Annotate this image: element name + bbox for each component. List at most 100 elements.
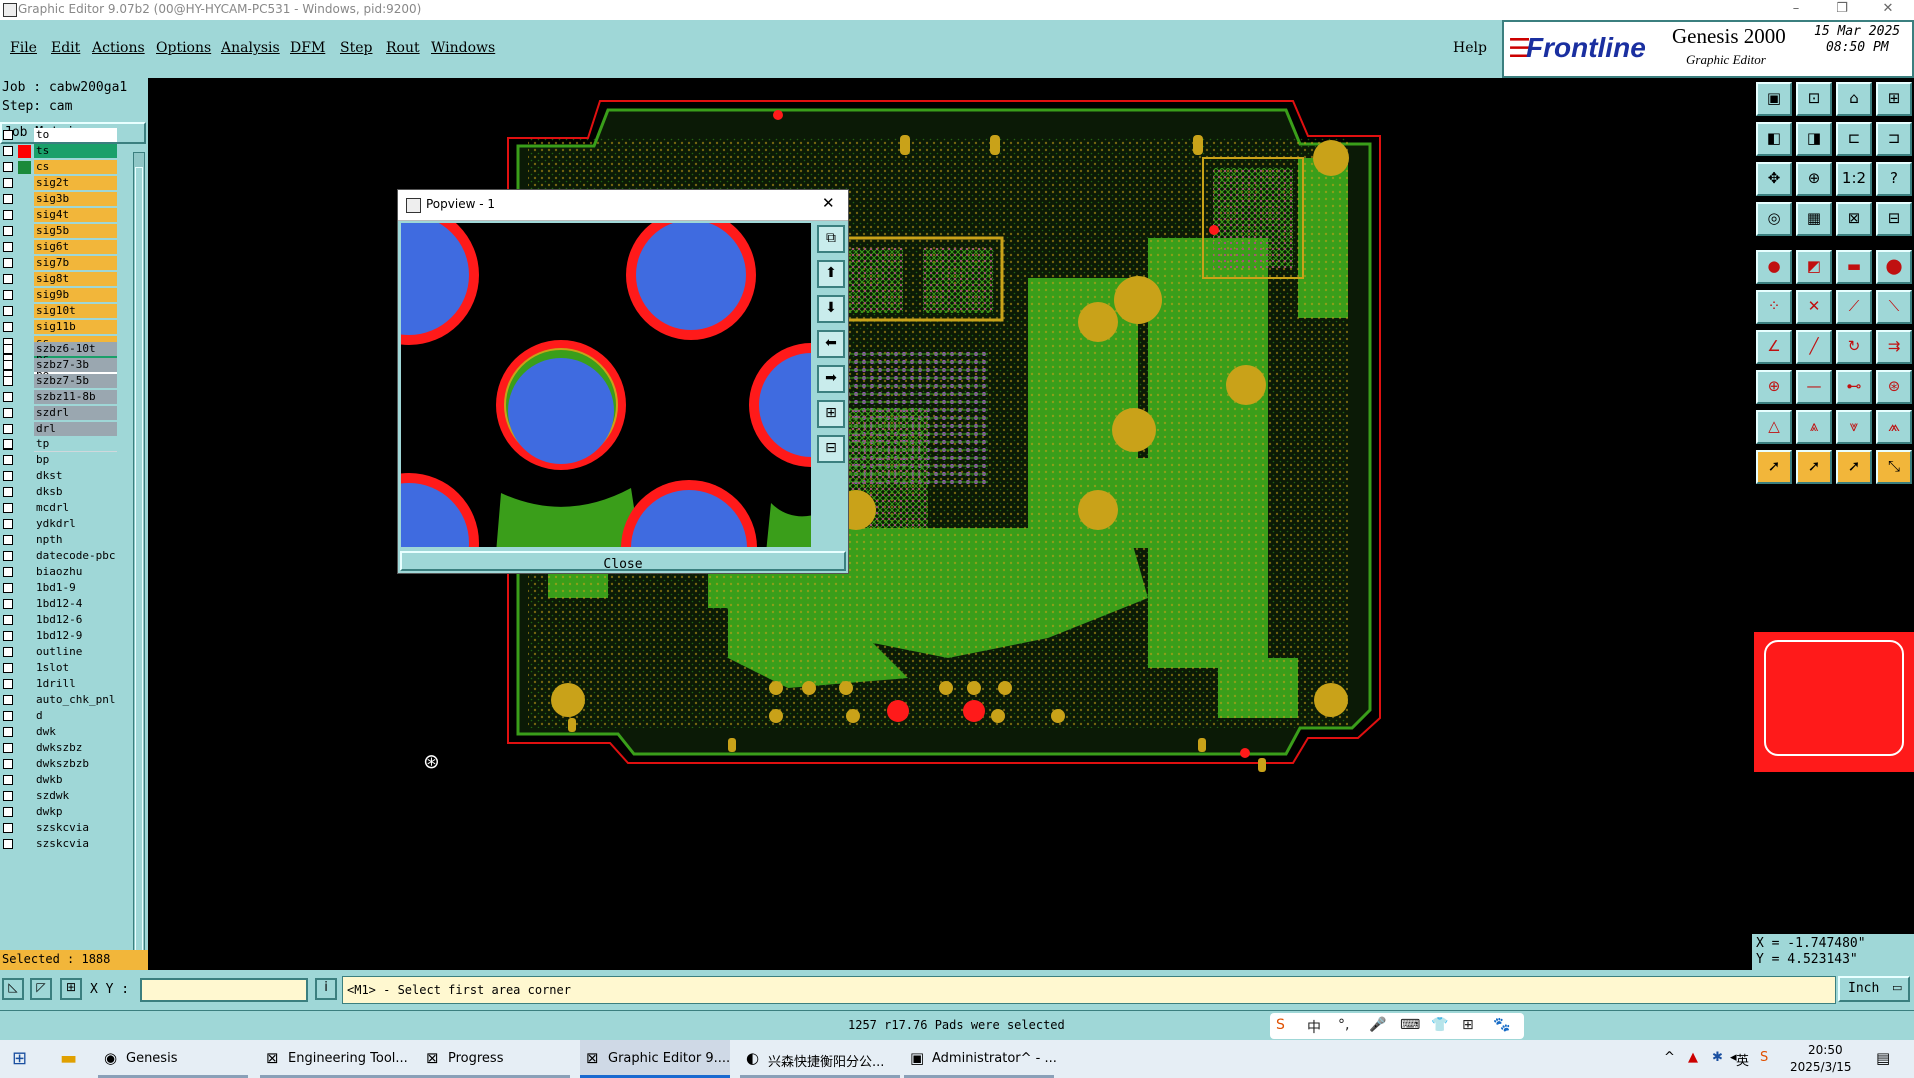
notification-icon[interactable]: ▤	[1876, 1049, 1890, 1067]
layer-name[interactable]: dwkb	[34, 773, 117, 787]
taskbar-app-button[interactable]: ◉ Genesis	[98, 1040, 248, 1078]
layer-name[interactable]: d	[34, 709, 117, 723]
compare-icon[interactable]: ⊟	[1876, 202, 1912, 236]
layer-color-swatch[interactable]	[18, 193, 31, 206]
layer-row[interactable]: sig6t	[0, 240, 120, 255]
layer-checkbox[interactable]	[3, 503, 13, 513]
layer-name[interactable]: sig3b	[34, 192, 117, 206]
layer-row[interactable]: sig7b	[0, 256, 120, 271]
pcb-canvas[interactable]: ⊛	[148, 78, 1752, 970]
layer-color-swatch[interactable]	[18, 375, 31, 388]
layer-color-swatch[interactable]	[18, 838, 31, 851]
layer-color-swatch[interactable]	[18, 145, 31, 158]
layer-checkbox[interactable]	[3, 791, 13, 801]
layer-row[interactable]: szdrl	[0, 406, 120, 421]
layer-row[interactable]: bp	[0, 453, 120, 468]
layer-name[interactable]: sig6t	[34, 240, 117, 254]
layer-color-swatch[interactable]	[18, 502, 31, 515]
menu-windows[interactable]: Windows	[431, 40, 495, 56]
layer-color-swatch[interactable]	[18, 359, 31, 372]
layer-row[interactable]: sig3b	[0, 192, 120, 207]
layer-name[interactable]: szbz7-5b	[34, 374, 117, 388]
layer-name[interactable]: szbz7-3b	[34, 358, 117, 372]
layer-name[interactable]: sig10t	[34, 304, 117, 318]
layer-checkbox[interactable]	[3, 210, 13, 220]
layer-row[interactable]: szbz7-5b	[0, 374, 120, 389]
layer-color-swatch[interactable]	[18, 343, 31, 356]
layer-checkbox[interactable]	[3, 360, 13, 370]
layer-color-swatch[interactable]	[18, 630, 31, 643]
popview-canvas[interactable]	[401, 223, 811, 547]
layer-checkbox[interactable]	[3, 727, 13, 737]
layer-checkbox[interactable]	[3, 631, 13, 641]
ime-logo-icon[interactable]: S	[1276, 1017, 1285, 1033]
layer-row[interactable]: 1slot	[0, 661, 120, 676]
taskbar-app-button[interactable]: ⊠ Engineering Tool...	[260, 1040, 430, 1078]
layer-row[interactable]: dwkszbz	[0, 741, 120, 756]
layer-row[interactable]: szskcvia	[0, 837, 120, 852]
xy-input[interactable]	[140, 978, 308, 1002]
layer-name[interactable]: 1drill	[34, 677, 117, 691]
layer-name[interactable]: 1bd12-6	[34, 613, 117, 627]
layer-checkbox[interactable]	[3, 455, 13, 465]
layer-row[interactable]: dkst	[0, 469, 120, 484]
layer-row[interactable]: ydkdrl	[0, 517, 120, 532]
layer-row[interactable]: npth	[0, 533, 120, 548]
layer-color-swatch[interactable]	[18, 486, 31, 499]
ime-voice-icon[interactable]: 🎤	[1369, 1017, 1386, 1033]
layer-checkbox[interactable]	[3, 194, 13, 204]
layer-name[interactable]: ydkdrl	[34, 517, 117, 531]
menu-help[interactable]: Help	[1453, 40, 1487, 56]
layer-color-swatch[interactable]	[18, 209, 31, 222]
grid-toggle-icon[interactable]: ▦	[1796, 202, 1832, 236]
ime-tools-icon[interactable]: ⊞	[1462, 1017, 1474, 1033]
layer-name[interactable]: npth	[34, 533, 117, 547]
ime-punct-icon[interactable]: °,	[1338, 1017, 1349, 1033]
layer-row[interactable]: to	[0, 128, 120, 143]
layer-row[interactable]: sig2t	[0, 176, 120, 191]
layer-name[interactable]: dwkp	[34, 805, 117, 819]
rotate-icon[interactable]: ↻	[1836, 330, 1872, 364]
layer-row[interactable]: 1drill	[0, 677, 120, 692]
layer-name[interactable]: 1bd12-9	[34, 629, 117, 643]
scale-icon[interactable]: 1:2	[1836, 162, 1872, 196]
snap-icon[interactable]: ◎	[1756, 202, 1792, 236]
taskbar-app-button[interactable]: ◐ 兴森快捷衡阳分公...	[740, 1040, 900, 1078]
layer-color-swatch[interactable]	[18, 822, 31, 835]
taskbar-app-button[interactable]: ▣ Administrator^ - ...	[904, 1040, 1057, 1078]
layer-row[interactable]: szskcvia	[0, 821, 120, 836]
menu-analysis[interactable]: Analysis	[221, 40, 280, 56]
layer-color-swatch[interactable]	[18, 470, 31, 483]
layer-color-swatch[interactable]	[18, 598, 31, 611]
layer-row[interactable]: drl	[0, 422, 120, 437]
angle-icon[interactable]: ∠	[1756, 330, 1792, 364]
save-icon[interactable]: ⊡	[1796, 82, 1832, 116]
layer-row[interactable]: biaozhu	[0, 565, 120, 580]
node-icon[interactable]: ⁘	[1756, 290, 1792, 324]
layer-row[interactable]: d	[0, 709, 120, 724]
layer-row[interactable]: sig5b	[0, 224, 120, 239]
ime-skin-icon[interactable]: 👕	[1431, 1017, 1448, 1033]
layer-checkbox[interactable]	[3, 519, 13, 529]
layer-checkbox[interactable]	[3, 615, 13, 625]
layer-row[interactable]: sig10t	[0, 304, 120, 319]
layer-name[interactable]: sig2t	[34, 176, 117, 190]
popview-close-icon[interactable]: ✕	[822, 194, 835, 212]
layer-color-swatch[interactable]	[18, 161, 31, 174]
close-window-button[interactable]: ✕	[1868, 0, 1908, 18]
layer-color-swatch[interactable]	[18, 305, 31, 318]
layer-row[interactable]: szbz7-3b	[0, 358, 120, 373]
layer-checkbox[interactable]	[3, 258, 13, 268]
layer-color-swatch[interactable]	[18, 662, 31, 675]
layer-checkbox[interactable]	[3, 535, 13, 545]
layer-name[interactable]: dwk	[34, 725, 117, 739]
layer-checkbox[interactable]	[3, 439, 13, 449]
layer-row[interactable]: tp	[0, 437, 120, 452]
layer-name[interactable]: ts	[34, 144, 117, 158]
tray-ime-icon[interactable]: S	[1760, 1050, 1768, 1065]
layer-name[interactable]: szdwk	[34, 789, 117, 803]
layer-name[interactable]: szdrl	[34, 406, 117, 420]
popview-right-icon[interactable]: ➡	[817, 365, 845, 393]
minus-icon[interactable]: —	[1796, 370, 1832, 404]
layer-checkbox[interactable]	[3, 424, 13, 434]
